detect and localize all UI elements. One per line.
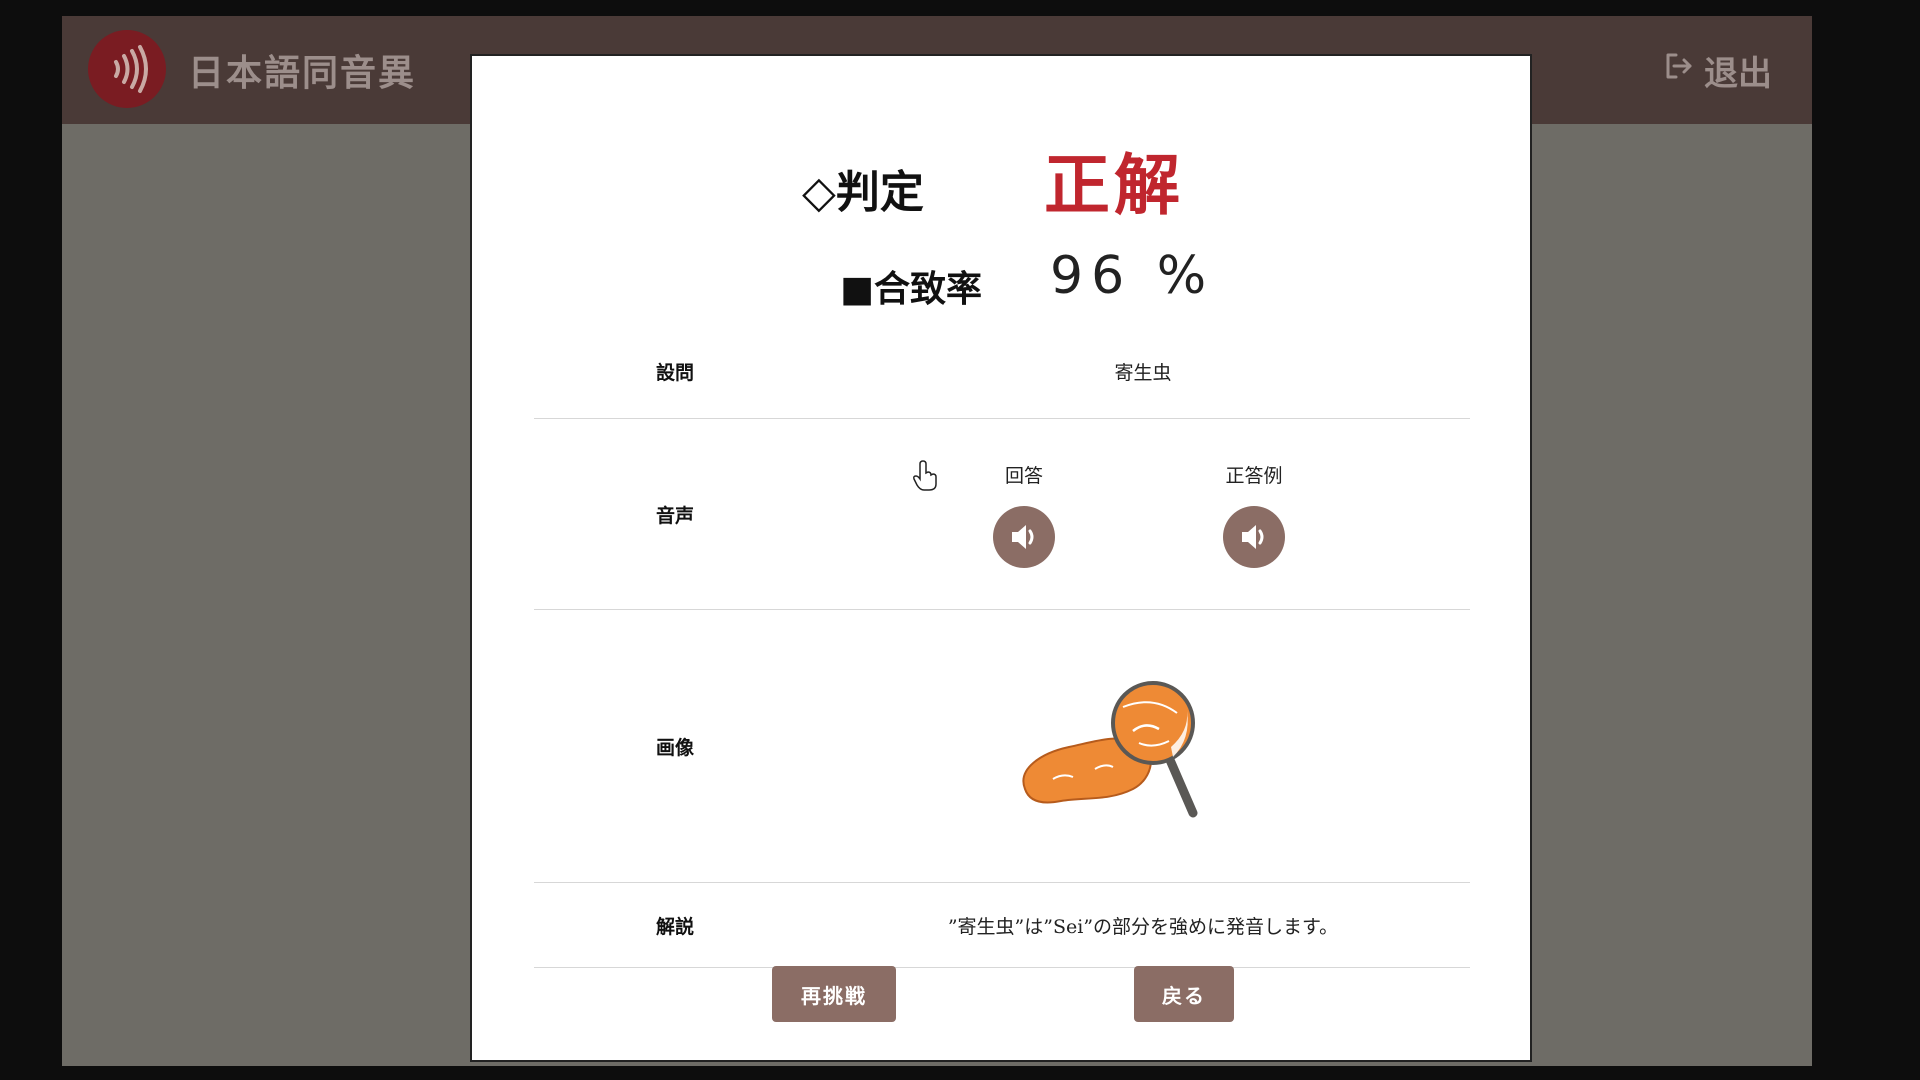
judgement-row: ◇判定 正解 [472,126,1530,226]
image-cell [816,609,1470,883]
salmon-magnifier-illustration [1022,681,1198,818]
judgement-value: 正解 [1044,146,1184,224]
match-rate-label: ■合致率 [840,268,983,310]
logo-sound-waves-icon [88,30,166,108]
answer-audio-group: 回答 [973,461,1075,568]
explanation-value: ”寄生虫”は”Sei”の部分を強めに発音します。 [816,882,1470,968]
judgement-label: ◇判定 [802,167,924,218]
table-row-explanation: 解説 ”寄生虫”は”Sei”の部分を強めに発音します。 [534,882,1470,968]
match-rate-value: 96 % [1050,246,1215,306]
play-correct-example-button[interactable] [1223,505,1285,568]
dialog-buttons: 再挑戦 戻る [472,966,1530,1022]
table-row-audio: 音声 回答 正答例 [534,418,1470,610]
back-button[interactable]: 戻る [1134,966,1234,1022]
image-label: 画像 [534,609,816,883]
audio-label: 音声 [534,418,816,610]
logout-icon [1662,49,1696,92]
speaker-icon [1012,524,1034,549]
table-row-question: 設問 寄生虫 [534,324,1470,419]
correct-audio-group: 正答例 [1203,461,1305,568]
match-rate-row: ■合致率 96 % [472,246,1530,316]
correct-audio-label: 正答例 [1225,464,1283,487]
audio-cell: 回答 正答例 [816,418,1470,610]
question-label: 設問 [534,324,816,419]
answer-audio-label: 回答 [1004,464,1043,487]
question-value: 寄生虫 [816,324,1470,419]
table-row-image: 画像 [534,609,1470,883]
explanation-label: 解説 [534,882,816,968]
exit-button[interactable]: 退出 [1662,46,1772,95]
result-table: 設問 寄生虫 音声 回答 正答例 画像 解説 ”寄生虫”は”Sei”の部分を強め… [534,324,1470,968]
retry-button[interactable]: 再挑戦 [772,966,896,1022]
exit-label: 退出 [1704,54,1772,94]
hand-cursor-icon [912,460,938,496]
speaker-icon [1242,524,1264,549]
app-title: 日本語同音異 [188,52,417,94]
play-answer-button[interactable] [993,505,1055,568]
result-dialog: ◇判定 正解 ■合致率 96 % 設問 寄生虫 音声 回答 正答例 画像 解説 … [470,54,1532,1062]
app-window: 日本語同音異 退出 ◇判定 正解 ■合致率 96 % 設問 寄生虫 音声 回答 … [62,16,1812,1066]
